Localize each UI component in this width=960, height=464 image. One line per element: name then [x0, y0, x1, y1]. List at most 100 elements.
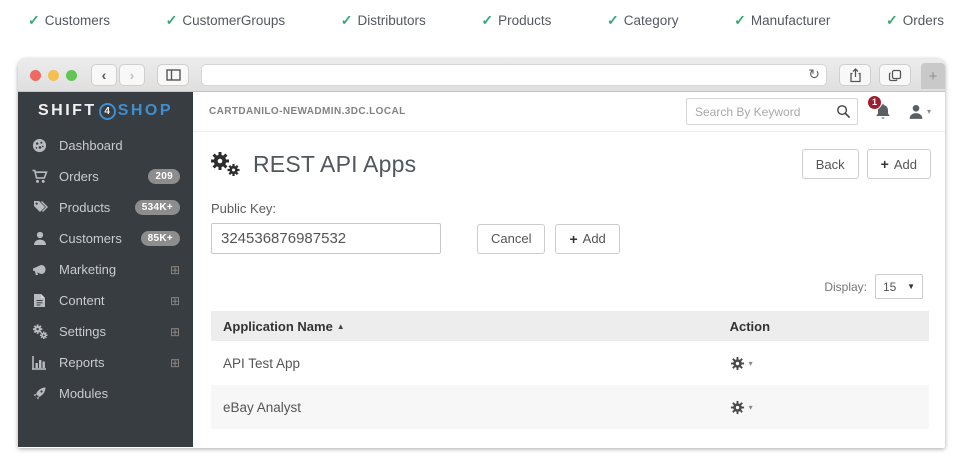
- back-button[interactable]: Back: [802, 149, 859, 179]
- test-checklist-bar: ✓ Customers ✓ CustomerGroups ✓ Distribut…: [0, 0, 960, 29]
- address-bar[interactable]: ↻: [201, 64, 827, 86]
- expand-icon[interactable]: ⊞: [170, 357, 180, 369]
- sidebar-item-orders[interactable]: Orders 209: [18, 161, 193, 192]
- form-add-button[interactable]: + Add: [555, 224, 619, 254]
- browser-nav: ‹ ›: [91, 64, 145, 86]
- search-icon[interactable]: [836, 104, 851, 119]
- main-content: CARTDANILO-NEWADMIN.3DC.LOCAL: [193, 92, 945, 447]
- row-action-menu-button[interactable]: ▾: [730, 356, 917, 371]
- add-button[interactable]: + Add: [867, 149, 931, 179]
- sidebar-item-reports[interactable]: Reports ⊞: [18, 347, 193, 378]
- sidebar-toggle-button[interactable]: [157, 64, 189, 86]
- api-apps-table: Application Name ▲ Action API Test App: [211, 311, 929, 429]
- expand-icon[interactable]: ⊞: [170, 326, 180, 338]
- user-avatar-icon: [908, 104, 924, 120]
- check-icon: ✓: [607, 12, 619, 29]
- share-icon: [849, 68, 862, 83]
- check-icon: ✓: [734, 12, 746, 29]
- search-input[interactable]: [695, 105, 836, 119]
- chrome-toolbar: [839, 64, 911, 86]
- sidebar-item-label: Customers: [59, 231, 122, 246]
- user-menu-button[interactable]: ▾: [908, 104, 931, 120]
- new-tab-button[interactable]: +: [921, 63, 945, 89]
- app-name: eBay Analyst: [223, 400, 730, 415]
- admin-topbar: CARTDANILO-NEWADMIN.3DC.LOCAL: [193, 92, 945, 132]
- column-header-label: Application Name: [223, 319, 333, 334]
- minimize-window-button[interactable]: [48, 70, 59, 81]
- sidebar-item-customers[interactable]: Customers 85K+: [18, 223, 193, 254]
- megaphone-icon: [31, 263, 48, 277]
- reload-icon[interactable]: ↻: [808, 66, 820, 83]
- sort-asc-icon: ▲: [337, 322, 345, 331]
- display-controls: Display: 15 ▼: [193, 254, 945, 307]
- sidebar-item-label: Reports: [59, 355, 105, 370]
- notifications-button[interactable]: 1: [874, 103, 892, 121]
- chevron-down-icon: ▾: [927, 107, 931, 116]
- checklist-label: Customers: [45, 13, 110, 28]
- share-button[interactable]: [839, 64, 871, 86]
- checklist-item-manufacturer: ✓ Manufacturer: [734, 12, 830, 29]
- expand-icon[interactable]: ⊞: [170, 264, 180, 276]
- checklist-label: Distributors: [357, 13, 425, 28]
- sidebar-item-label: Modules: [59, 386, 108, 401]
- check-icon: ✓: [28, 12, 40, 29]
- logo-four-badge: 4: [99, 103, 116, 120]
- search-box: [686, 98, 858, 125]
- window-controls: [30, 70, 77, 81]
- logo-text-shop: SHOP: [118, 102, 173, 120]
- page-header: REST API Apps Back + Add: [193, 132, 945, 191]
- checklist-item-orders: ✓ Orders: [886, 12, 944, 29]
- checklist-item-customers: ✓ Customers: [28, 12, 110, 29]
- cancel-button[interactable]: Cancel: [477, 224, 545, 254]
- api-gears-icon: [211, 150, 241, 178]
- check-icon: ✓: [481, 12, 493, 29]
- check-icon: ✓: [886, 12, 898, 29]
- shift4shop-logo[interactable]: SHIFT 4 SHOP: [18, 92, 193, 130]
- rocket-icon: [31, 386, 48, 401]
- checklist-item-category: ✓ Category: [607, 12, 679, 29]
- customers-count-badge: 85K+: [141, 231, 180, 246]
- breadcrumb: CARTDANILO-NEWADMIN.3DC.LOCAL: [209, 106, 406, 117]
- column-header-application-name[interactable]: Application Name ▲: [223, 319, 730, 334]
- checklist-label: Category: [624, 13, 679, 28]
- table-row: eBay Analyst ▾: [211, 385, 929, 429]
- sidebar-item-modules[interactable]: Modules: [18, 378, 193, 409]
- public-key-input[interactable]: [211, 223, 441, 254]
- user-icon: [31, 231, 48, 246]
- caret-down-icon: ▾: [749, 403, 753, 412]
- check-icon: ✓: [341, 12, 353, 29]
- forward-browser-button[interactable]: ›: [119, 64, 145, 86]
- page-title: REST API Apps: [253, 151, 416, 178]
- checklist-item-products: ✓ Products: [481, 12, 551, 29]
- sidebar-item-label: Content: [59, 293, 105, 308]
- display-count-select[interactable]: 15 ▼: [875, 274, 923, 299]
- browser-window: ‹ › ↻: [18, 59, 945, 448]
- checklist-label: CustomerGroups: [182, 13, 285, 28]
- checklist-label: Products: [498, 13, 551, 28]
- notification-count-badge: 1: [867, 95, 882, 110]
- checklist-item-customergroups: ✓ CustomerGroups: [166, 12, 286, 29]
- row-action-menu-button[interactable]: ▾: [730, 400, 917, 415]
- back-browser-button[interactable]: ‹: [91, 64, 117, 86]
- gear-icon: [730, 356, 745, 371]
- tab-overview-button[interactable]: [879, 64, 911, 86]
- checklist-label: Manufacturer: [751, 13, 831, 28]
- add-button-label: Add: [894, 157, 917, 172]
- sidebar-item-content[interactable]: Content ⊞: [18, 285, 193, 316]
- dashboard-icon: [31, 138, 48, 153]
- table-header: Application Name ▲ Action: [211, 311, 929, 341]
- expand-icon[interactable]: ⊞: [170, 295, 180, 307]
- plus-icon: +: [569, 231, 577, 247]
- admin-sidebar: SHIFT 4 SHOP Dashboard Orders 209: [18, 92, 193, 447]
- close-window-button[interactable]: [30, 70, 41, 81]
- sidebar-item-marketing[interactable]: Marketing ⊞: [18, 254, 193, 285]
- maximize-window-button[interactable]: [66, 70, 77, 81]
- sidebar-item-dashboard[interactable]: Dashboard: [18, 130, 193, 161]
- form-add-button-label: Add: [583, 231, 606, 246]
- sidebar-item-products[interactable]: Products 534K+: [18, 192, 193, 223]
- sidebar-item-settings[interactable]: Settings ⊞: [18, 316, 193, 347]
- sidebar-item-label: Settings: [59, 324, 106, 339]
- products-count-badge: 534K+: [135, 200, 180, 215]
- sidebar-item-label: Orders: [59, 169, 99, 184]
- tabs-icon: [888, 69, 902, 82]
